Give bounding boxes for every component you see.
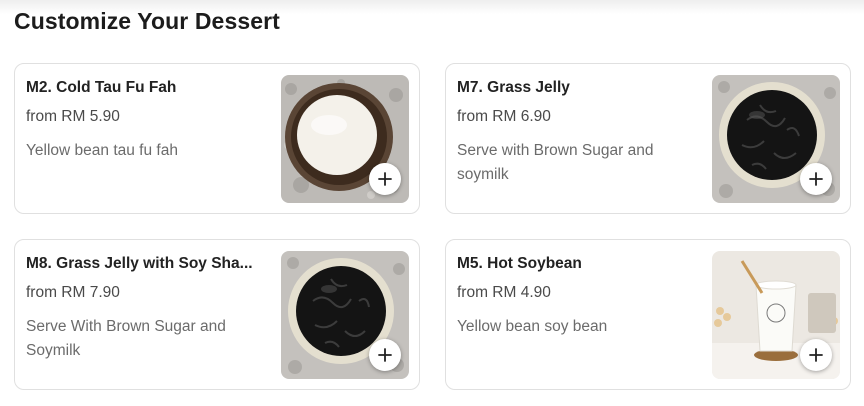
add-to-cart-button[interactable] [800, 163, 832, 195]
item-description: Serve with Brown Sugar and soymilk [457, 142, 654, 183]
item-price: from RM 6.90 [457, 108, 551, 125]
item-name: M8. Grass Jelly with Soy Sha... [26, 255, 253, 272]
menu-item-card[interactable]: M2. Cold Tau Fu Fah from RM 5.90 Yellow … [14, 63, 420, 214]
item-description: Yellow bean tau fu fah [26, 142, 178, 159]
item-image [712, 251, 840, 379]
item-price: from RM 4.90 [457, 284, 551, 301]
menu-item-card[interactable]: M7. Grass Jelly from RM 6.90 Serve with … [445, 63, 851, 214]
plus-icon [809, 172, 823, 186]
plus-icon [378, 172, 392, 186]
menu-item-card[interactable]: M8. Grass Jelly with Soy Sha... from RM … [14, 239, 420, 390]
item-name: M5. Hot Soybean [457, 255, 582, 272]
item-name: M7. Grass Jelly [457, 79, 570, 96]
plus-icon [378, 348, 392, 362]
add-to-cart-button[interactable] [800, 339, 832, 371]
section-title: Customize Your Dessert [14, 8, 280, 34]
item-price: from RM 7.90 [26, 284, 120, 301]
item-description: Yellow bean soy bean [457, 318, 608, 335]
item-price: from RM 5.90 [26, 108, 120, 125]
menu-item-card[interactable]: M5. Hot Soybean from RM 4.90 Yellow bean… [445, 239, 851, 390]
item-description: Serve With Brown Sugar and Soymilk [26, 318, 226, 359]
item-image [281, 251, 409, 379]
add-to-cart-button[interactable] [369, 339, 401, 371]
add-to-cart-button[interactable] [369, 163, 401, 195]
item-image [281, 75, 409, 203]
plus-icon [809, 348, 823, 362]
item-name: M2. Cold Tau Fu Fah [26, 79, 177, 96]
item-image [712, 75, 840, 203]
